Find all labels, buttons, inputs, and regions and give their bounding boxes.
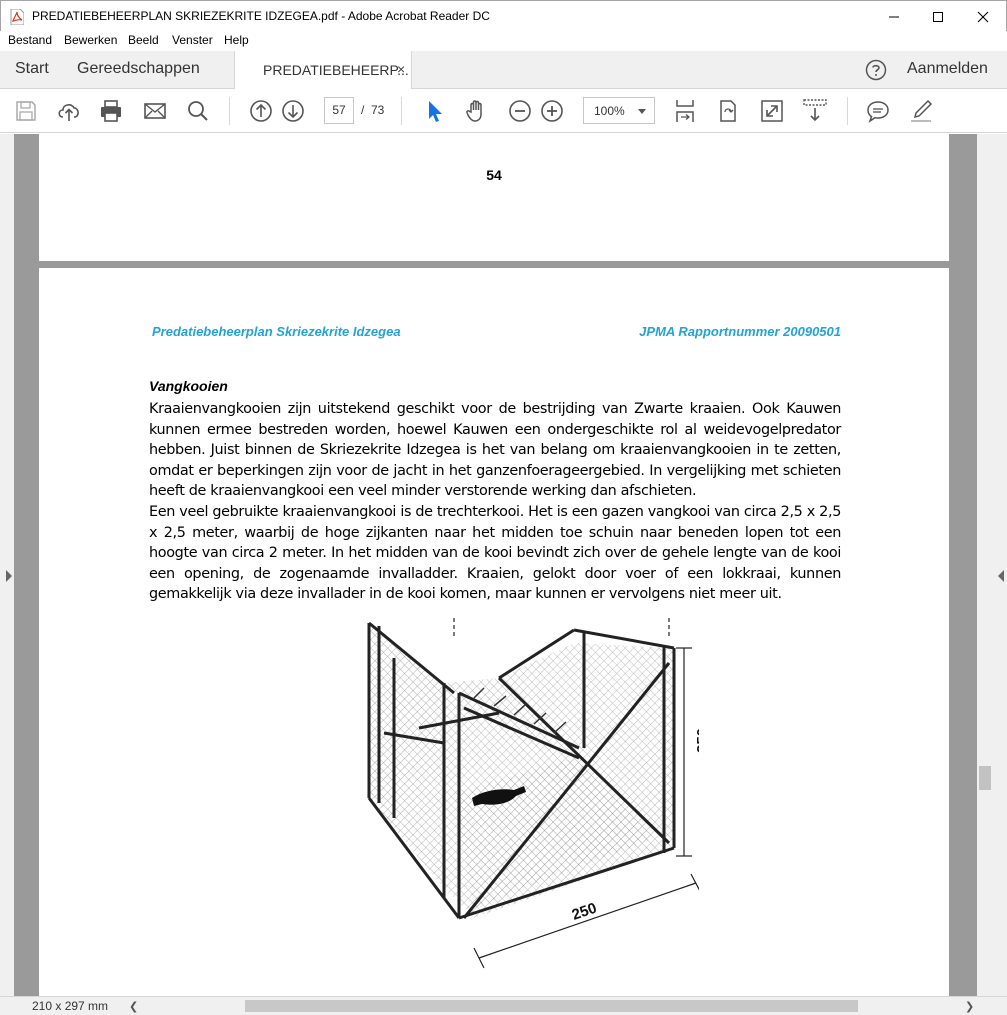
comment-icon[interactable] bbox=[865, 98, 891, 124]
total-pages: 73 bbox=[371, 103, 385, 117]
scroll-right-icon[interactable]: ❯ bbox=[965, 1000, 974, 1013]
previous-page: 54 bbox=[39, 134, 949, 261]
zoom-in-icon[interactable] bbox=[539, 98, 565, 124]
scroll-mode-icon[interactable] bbox=[672, 98, 698, 124]
select-cursor-icon[interactable] bbox=[421, 98, 447, 124]
save-icon[interactable] bbox=[13, 98, 39, 124]
zoom-select[interactable]: 100% bbox=[583, 97, 655, 124]
fullscreen-icon[interactable] bbox=[759, 98, 785, 124]
crow-trap-illustration: 250 250 bbox=[367, 618, 699, 969]
menu-bar: Bestand Bewerken Beeld Venster Help bbox=[0, 31, 1007, 51]
vertical-scrollbar-thumb[interactable] bbox=[979, 766, 991, 790]
cloud-upload-icon[interactable] bbox=[56, 98, 82, 124]
minimize-button[interactable] bbox=[871, 1, 917, 32]
zoom-value: 100% bbox=[594, 104, 625, 118]
scroll-left-icon[interactable]: ❮ bbox=[129, 1000, 138, 1013]
left-panel-toggle[interactable] bbox=[0, 134, 14, 996]
menu-beeld[interactable]: Beeld bbox=[128, 33, 159, 47]
pdf-app-icon bbox=[10, 9, 24, 25]
tab-tools[interactable]: Gereedschappen bbox=[77, 60, 200, 78]
tab-document-label: PREDATIEBEHEERP... bbox=[263, 62, 409, 78]
search-icon[interactable] bbox=[185, 98, 211, 124]
page-number-footer: 54 bbox=[486, 167, 502, 183]
rotate-page-icon[interactable] bbox=[715, 98, 741, 124]
minimize-icon bbox=[889, 16, 899, 17]
chevron-down-icon bbox=[638, 109, 646, 114]
zoom-out-icon[interactable] bbox=[507, 98, 533, 124]
menu-bewerken[interactable]: Bewerken bbox=[64, 33, 117, 47]
tab-start[interactable]: Start bbox=[15, 60, 49, 78]
paragraph: Kraaienvangkooien zijn uitstekend geschi… bbox=[149, 401, 841, 500]
menu-venster[interactable]: Venster bbox=[172, 33, 213, 47]
expand-right-icon bbox=[998, 570, 1004, 582]
highlight-pen-icon[interactable] bbox=[908, 98, 934, 124]
horizontal-scrollbar-thumb[interactable] bbox=[245, 1000, 858, 1012]
page-size-label: 210 x 297 mm bbox=[32, 999, 109, 1013]
next-page-icon[interactable] bbox=[280, 98, 306, 124]
figure-height-label: 250 bbox=[694, 728, 699, 753]
menu-help[interactable]: Help bbox=[224, 33, 249, 47]
page-header-right: JPMA Rapportnummer 20090501 bbox=[639, 324, 841, 339]
signin-button[interactable]: Aanmelden bbox=[907, 60, 988, 78]
expand-left-icon bbox=[6, 570, 12, 582]
page-separator: / bbox=[361, 103, 365, 117]
page-header-left: Predatiebeheerplan Skriezekrite Idzegea bbox=[152, 324, 401, 339]
page-number-input[interactable]: 57 bbox=[324, 97, 354, 124]
current-page: Predatiebeheerplan Skriezekrite Idzegea … bbox=[39, 268, 949, 996]
tab-document[interactable]: PREDATIEBEHEERP... × bbox=[234, 51, 412, 90]
close-icon bbox=[977, 11, 989, 22]
maximize-icon bbox=[933, 11, 943, 22]
toolbar-separator bbox=[229, 97, 230, 125]
toolbar: 57 / 73 100% bbox=[0, 89, 1007, 133]
status-bar: 210 x 297 mm ❮ ❯ bbox=[0, 996, 1007, 1015]
close-tab-icon[interactable]: × bbox=[397, 61, 405, 77]
right-panel-toggle[interactable] bbox=[993, 134, 1007, 996]
help-icon[interactable] bbox=[865, 59, 887, 81]
title-bar: PREDATIEBEHEERPLAN SKRIEZEKRITE IDZEGEA.… bbox=[0, 0, 1007, 31]
document-viewer[interactable]: 54 Predatiebeheerplan Skriezekrite Idzeg… bbox=[0, 134, 1007, 996]
paragraph: Een veel gebruikte kraaienvangkooi is de… bbox=[149, 503, 841, 603]
print-icon[interactable] bbox=[98, 98, 124, 124]
read-mode-icon[interactable] bbox=[802, 98, 828, 124]
maximize-button[interactable] bbox=[915, 1, 961, 32]
tab-bar: Start Gereedschappen PREDATIEBEHEERP... … bbox=[0, 51, 1007, 90]
email-icon[interactable] bbox=[142, 98, 168, 124]
body-text: Kraaienvangkooien zijn uitstekend geschi… bbox=[149, 399, 841, 605]
menu-bestand[interactable]: Bestand bbox=[8, 33, 52, 47]
toolbar-separator bbox=[847, 97, 848, 125]
window-title: PREDATIEBEHEERPLAN SKRIEZEKRITE IDZEGEA.… bbox=[32, 9, 490, 23]
hand-tool-icon[interactable] bbox=[464, 98, 490, 124]
toolbar-separator bbox=[401, 97, 402, 125]
section-heading: Vangkooien bbox=[149, 378, 228, 394]
vertical-scrollbar[interactable] bbox=[977, 134, 993, 996]
close-window-button[interactable] bbox=[960, 1, 1006, 32]
figure-width-label: 250 bbox=[570, 900, 599, 924]
previous-page-icon[interactable] bbox=[248, 98, 274, 124]
